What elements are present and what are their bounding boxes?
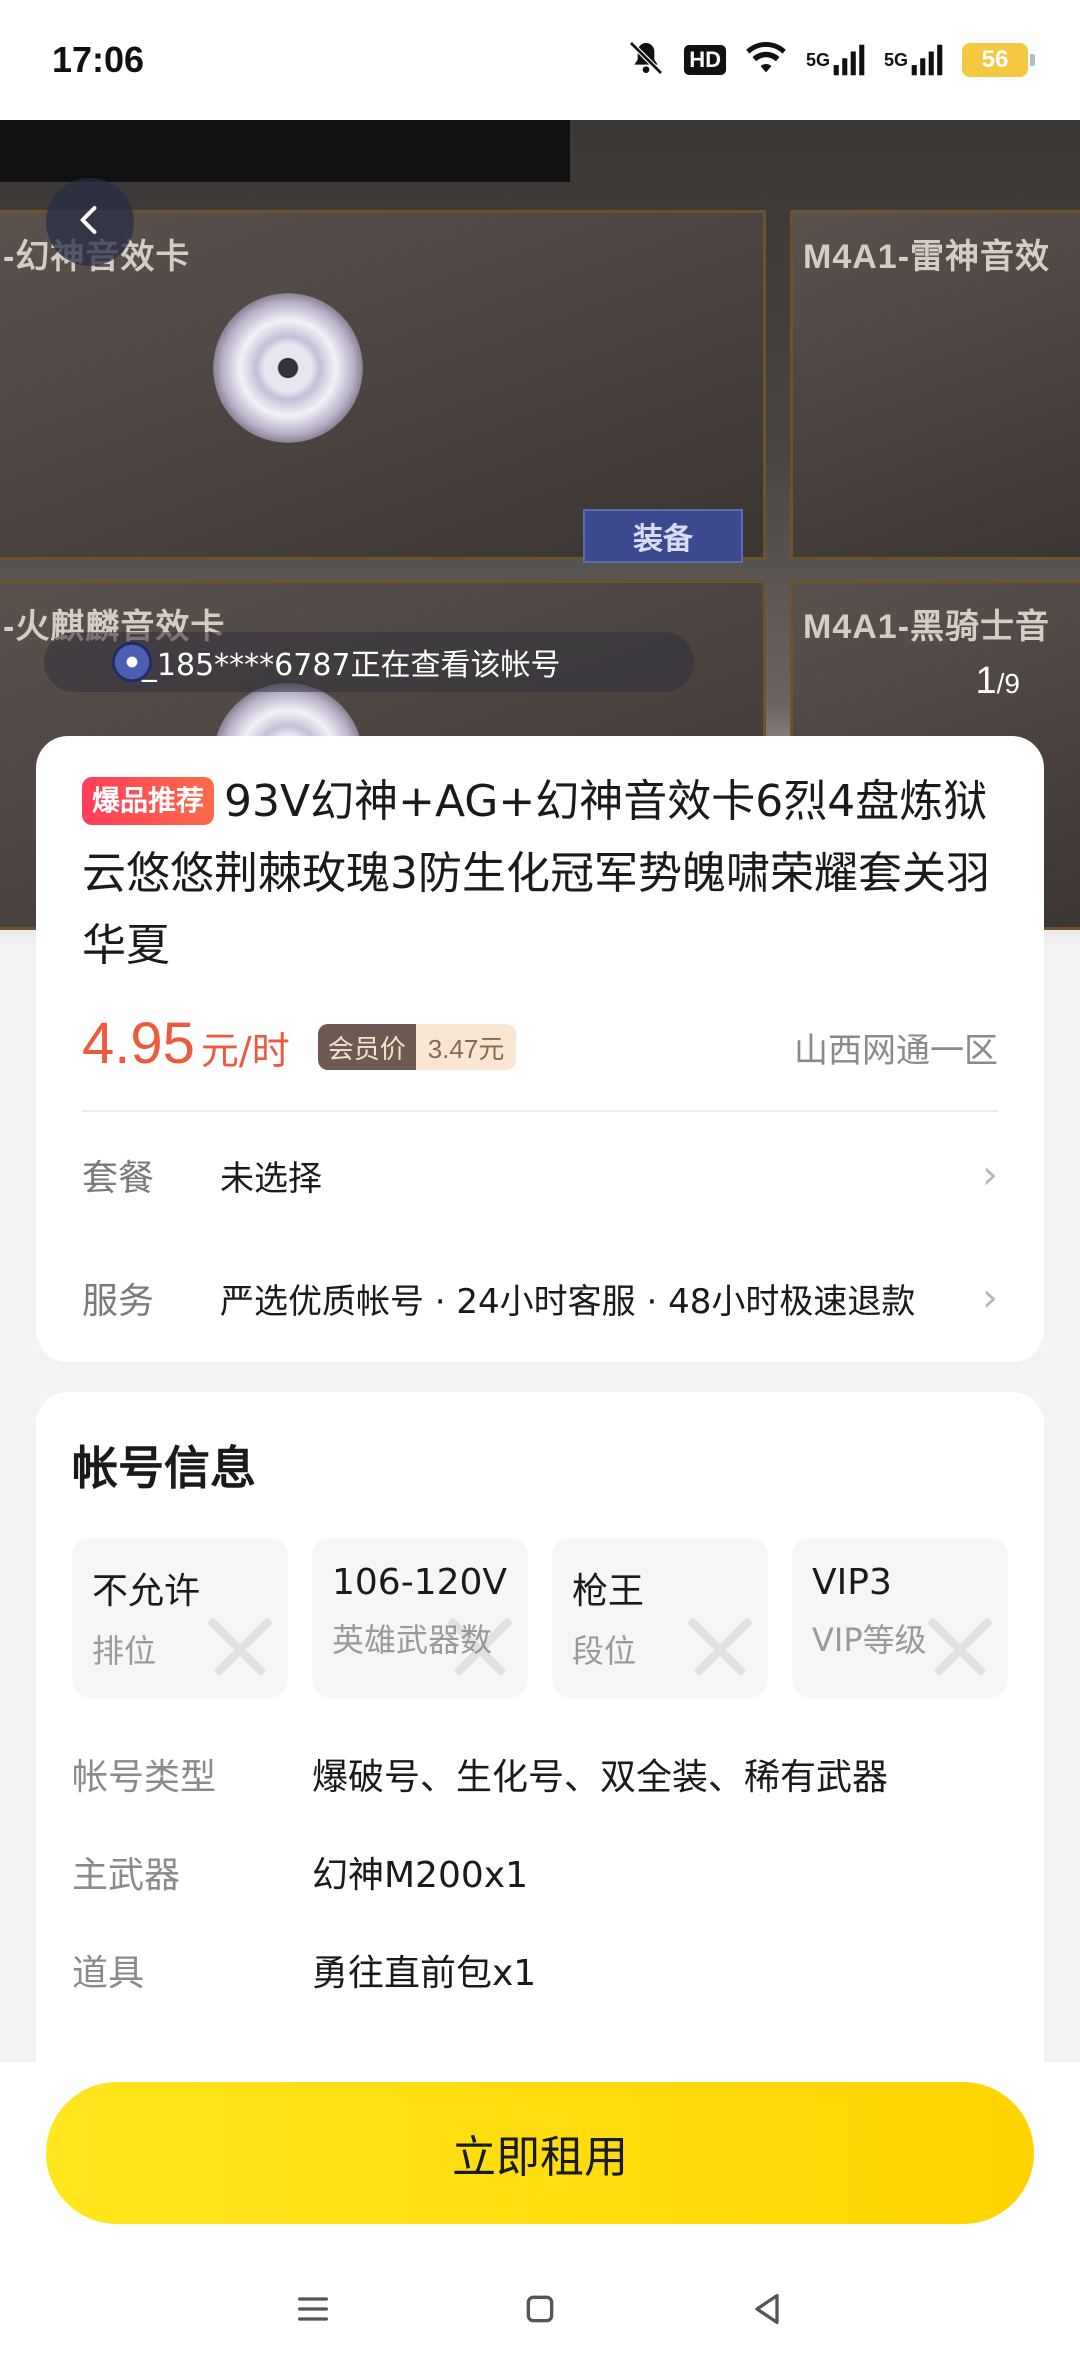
chevron-right-icon: ›	[982, 1152, 998, 1198]
tile-value: VIP3	[812, 1562, 892, 1603]
service-value: 严选优质帐号 · 24小时客服 · 48小时极速退款	[220, 1281, 916, 1322]
price: 4.95	[82, 1010, 195, 1076]
attribute-tile-vip: VIP3 VIP等级	[792, 1538, 1008, 1698]
items-key: 道具	[72, 1953, 145, 1994]
main-weapon-row: 主武器 幻神M200x1	[72, 1846, 1008, 1898]
signal-5g-icon-2: 5G	[884, 43, 944, 77]
hd-icon: HD	[684, 45, 726, 75]
tile-value: 枪王	[572, 1571, 645, 1612]
attribute-tile-rank: 枪王 段位	[552, 1538, 768, 1698]
disc-icon	[213, 293, 363, 443]
menu-icon[interactable]	[283, 2279, 343, 2339]
product-title-text: 93V幻神+AG+幻神音效卡6烈4盘炼狱云悠悠荆棘玫瑰3防生化冠军势魄啸荣耀套关…	[82, 776, 990, 971]
package-label: 套餐	[82, 1158, 155, 1199]
items-value: 勇往直前包x1	[312, 1953, 537, 1994]
mute-bell-icon	[626, 38, 666, 82]
wifi-icon	[744, 40, 788, 80]
crossed-swords-icon	[687, 1617, 753, 1677]
image-index: 1	[975, 660, 997, 702]
battery-indicator: 56	[962, 43, 1035, 77]
tile-value: 106-120V	[332, 1562, 508, 1603]
items-row: 道具 勇往直前包x1	[72, 1944, 1008, 1996]
back-triangle-icon[interactable]	[737, 2279, 797, 2339]
account-attribute-tiles: 不允许 排位 106-120V 英雄武器数 枪王 段位 VIP3 VIP等级	[72, 1538, 1008, 1698]
chevron-left-icon	[72, 202, 108, 242]
crossed-swords-icon	[447, 1617, 513, 1677]
price-unit: 元/时	[200, 1028, 290, 1073]
card-label-4: M4A1-黑骑士音	[803, 608, 1051, 646]
status-icons: HD 5G 5G 56	[626, 38, 1035, 82]
crossed-swords-icon	[207, 1617, 273, 1677]
main-weapon-key: 主武器	[72, 1855, 181, 1896]
price-row: 4.95 元/时 会员价 3.47元 山西网通一区	[82, 1008, 998, 1078]
attribute-tile-weapons: 106-120V 英雄武器数	[312, 1538, 528, 1698]
member-price-label: 会员价	[317, 1024, 416, 1070]
main-weapon-value: 幻神M200x1	[312, 1855, 528, 1896]
back-button[interactable]	[46, 178, 134, 266]
package-value: 未选择	[220, 1158, 322, 1199]
equip-badge: 装备	[583, 509, 743, 563]
rent-now-button[interactable]: 立即租用	[46, 2082, 1034, 2224]
service-option-row[interactable]: 服务 严选优质帐号 · 24小时客服 · 48小时极速退款 ›	[82, 1238, 998, 1358]
tile-value: 不允许	[92, 1571, 201, 1612]
account-type-value: 爆破号、生化号、双全装、稀有武器	[312, 1757, 889, 1798]
sound-card-frame-1: -幻神音效卡 装备	[0, 210, 766, 563]
server-region: 山西网通一区	[794, 1030, 998, 1071]
account-info-title: 帐号信息	[72, 1441, 256, 1495]
product-summary-card: 爆品推荐 93V幻神+AG+幻神音效卡6烈4盘炼狱云悠悠荆棘玫瑰3防生化冠军势魄啸…	[36, 736, 1044, 1362]
sound-card-frame-2: M4A1-雷神音效	[790, 210, 1080, 560]
image-counter: 1/9	[976, 660, 1021, 703]
card-label-2: M4A1-雷神音效	[803, 238, 1051, 276]
home-square-icon[interactable]	[510, 2279, 570, 2339]
signal-5g-icon-1: 5G	[806, 43, 866, 77]
image-top-strip	[0, 120, 570, 182]
package-option-row[interactable]: 套餐 未选择 ›	[82, 1112, 998, 1238]
product-title: 爆品推荐 93V幻神+AG+幻神音效卡6烈4盘炼狱云悠悠荆棘玫瑰3防生化冠军势魄啸…	[82, 766, 998, 982]
service-label: 服务	[82, 1281, 155, 1322]
bottom-action-bar: 立即租用	[0, 2062, 1080, 2242]
account-info-card: 帐号信息 不允许 排位 106-120V 英雄武器数 枪王 段位 VIP3 VI…	[36, 1392, 1044, 2062]
status-time: 17:06	[52, 39, 145, 80]
hot-recommend-tag: 爆品推荐	[82, 777, 215, 825]
member-price-badge[interactable]: 会员价 3.47元	[317, 1024, 517, 1070]
viewer-notice: SJ_185****6787正在查看该帐号	[44, 632, 694, 692]
viewer-avatar	[112, 642, 152, 682]
attribute-tile-ranked: 不允许 排位	[72, 1538, 288, 1698]
image-total: /9	[996, 668, 1020, 699]
system-nav-bar	[0, 2242, 1080, 2376]
account-type-row: 帐号类型 爆破号、生化号、双全装、稀有武器	[72, 1748, 1008, 1800]
status-bar: 17:06 HD 5G 5G 56	[0, 0, 1080, 120]
chevron-right-icon: ›	[982, 1275, 998, 1321]
viewer-text: SJ_185****6787正在查看该帐号	[114, 648, 561, 683]
crossed-swords-icon	[927, 1617, 993, 1677]
account-type-key: 帐号类型	[72, 1757, 217, 1798]
member-price-value: 3.47元	[415, 1024, 517, 1070]
